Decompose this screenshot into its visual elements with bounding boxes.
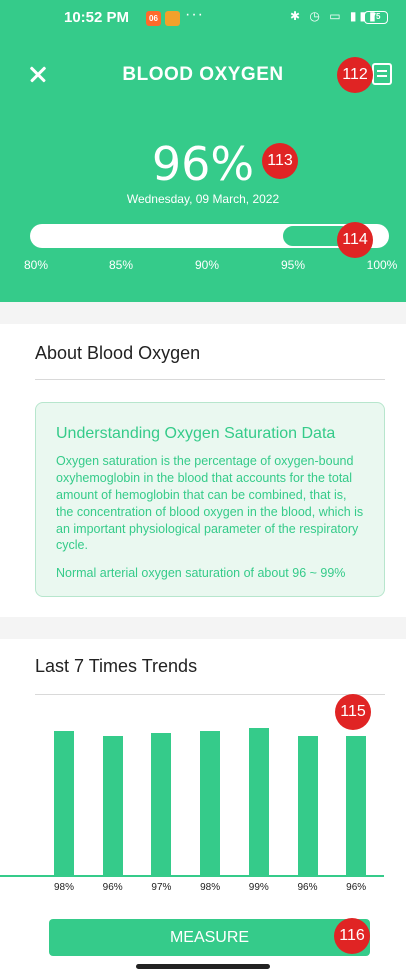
range-label-90: 90%	[194, 258, 220, 272]
range-label-95: 95%	[280, 258, 306, 272]
chart-tick-label: 96%	[102, 882, 123, 893]
oxygen-reading: 96%	[151, 137, 255, 191]
info-card-heading: Understanding Oxygen Saturation Data	[56, 425, 336, 442]
annotation-marker: 112	[337, 57, 373, 93]
trends-rule	[35, 694, 385, 695]
range-label-80: 80%	[23, 258, 49, 272]
info-card-normal-range: Normal arterial oxygen saturation of abo…	[56, 566, 346, 581]
chart-bar	[54, 730, 74, 875]
chart-tick-label: 96%	[297, 882, 318, 893]
notification-badge: 06	[146, 11, 161, 26]
more-icon: ···	[185, 6, 204, 23]
trends-title: Last 7 Times Trends	[35, 656, 198, 676]
chart-tick-label: 96%	[346, 882, 367, 893]
chart-tick-label: 99%	[248, 882, 269, 893]
status-bar: 10:52 PM 06 ··· ✱ ◷ ▭ ▮▮▮ 75	[0, 0, 406, 34]
status-time: 10:52 PM	[64, 9, 130, 26]
range-label-85: 85%	[108, 258, 134, 272]
chart-bar	[102, 736, 123, 875]
about-rule	[35, 379, 385, 380]
document-icon[interactable]	[372, 63, 392, 85]
range-bar	[30, 224, 389, 248]
chart-bar	[248, 728, 269, 875]
chart-bar	[346, 736, 367, 875]
chart-tick-label: 98%	[53, 882, 75, 893]
chart-tick-label: 98%	[200, 882, 221, 893]
about-title: About Blood Oxygen	[35, 343, 201, 363]
chart-bar	[297, 736, 318, 875]
section-divider	[0, 617, 406, 639]
info-card: Understanding Oxygen Saturation Data Oxy…	[35, 402, 385, 597]
chart-bar	[200, 730, 221, 875]
home-indicator[interactable]	[136, 964, 270, 969]
battery-icon: 75	[364, 11, 388, 24]
info-card-body: Oxygen saturation is the percentage of o…	[56, 454, 364, 553]
section-divider	[0, 302, 406, 324]
reading-date: Wednesday, 09 March, 2022	[126, 192, 280, 206]
chart-bar	[151, 733, 172, 875]
message-icon	[165, 11, 180, 26]
annotation-marker: 115	[335, 694, 371, 730]
range-label-100: 100%	[366, 258, 398, 272]
annotation-marker: 116	[334, 918, 370, 954]
chart-tick-label: 97%	[151, 882, 172, 893]
chart-axis	[0, 875, 384, 877]
annotation-marker: 113	[262, 143, 298, 179]
header: 10:52 PM 06 ··· ✱ ◷ ▭ ▮▮▮ 75 BLOOD OXYGE…	[0, 0, 406, 302]
measure-button[interactable]: MEASURE	[49, 919, 370, 956]
annotation-marker: 114	[337, 222, 373, 258]
